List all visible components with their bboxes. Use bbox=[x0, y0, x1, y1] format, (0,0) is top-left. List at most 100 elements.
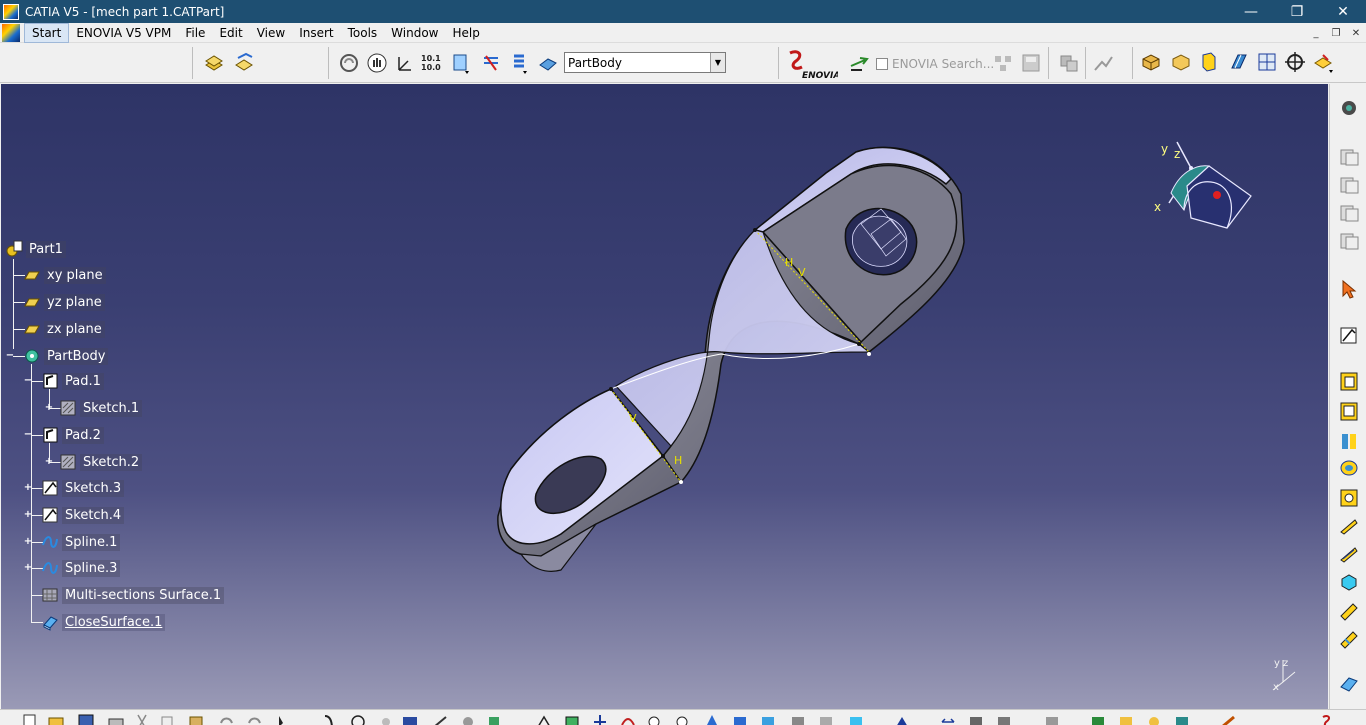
shaft-icon[interactable] bbox=[1338, 431, 1360, 453]
add-icon[interactable] bbox=[1118, 713, 1134, 725]
tree-node-sketch1[interactable]: Sketch.1 bbox=[59, 398, 143, 418]
light-icon[interactable] bbox=[378, 713, 394, 725]
enovia-save-icon[interactable] bbox=[1020, 52, 1042, 74]
translate-icon[interactable] bbox=[818, 713, 834, 725]
menu-file[interactable]: File bbox=[178, 23, 212, 43]
multi-section-solid-icon[interactable] bbox=[1338, 571, 1360, 593]
copy-icon[interactable] bbox=[160, 713, 176, 725]
compass-widget[interactable]: y z x bbox=[1149, 138, 1269, 248]
tree-node-pad2[interactable]: Pad.2 bbox=[41, 425, 104, 445]
3d-viewport[interactable]: H V V H − − + − + + + + + Part1 xy plane… bbox=[1, 84, 1328, 709]
split-icon[interactable] bbox=[1220, 713, 1236, 725]
menu-edit[interactable]: Edit bbox=[212, 23, 249, 43]
chamfer-icon[interactable] bbox=[620, 713, 636, 725]
shading-with-hidden-edges-icon[interactable] bbox=[1198, 51, 1220, 73]
hole-icon[interactable] bbox=[1338, 487, 1360, 509]
menu-enovia[interactable]: ENOVIA V5 VPM bbox=[69, 23, 178, 43]
replace-face-icon[interactable] bbox=[790, 713, 806, 725]
formula-icon[interactable] bbox=[486, 713, 502, 725]
tree-node-close-surface[interactable]: CloseSurface.1 bbox=[41, 612, 166, 632]
menu-help[interactable]: Help bbox=[446, 23, 487, 43]
enovia-search-toggle[interactable]: ENOVIA Search... bbox=[876, 57, 994, 71]
whats-this-icon[interactable] bbox=[276, 713, 292, 725]
settings-gear-icon[interactable] bbox=[1338, 97, 1360, 119]
select-cursor-icon[interactable] bbox=[1338, 278, 1360, 300]
tree-node-sketch2[interactable]: Sketch.2 bbox=[59, 452, 143, 472]
doc-minimize-button[interactable]: _ bbox=[1306, 23, 1326, 43]
tree-node-spline3[interactable]: Spline.3 bbox=[41, 558, 121, 578]
chevron-down-icon[interactable]: ▼ bbox=[710, 53, 725, 72]
pan-hand-icon[interactable] bbox=[366, 52, 388, 74]
expand-spline1[interactable]: + bbox=[23, 537, 33, 547]
wireframe-icon[interactable] bbox=[1228, 51, 1250, 73]
copy-icon[interactable] bbox=[1338, 202, 1360, 224]
enovia-tree-icon[interactable] bbox=[992, 52, 1014, 74]
stiffener-icon[interactable] bbox=[1338, 627, 1360, 649]
hide-show-icon[interactable] bbox=[480, 52, 502, 74]
slot-icon[interactable] bbox=[1338, 543, 1360, 565]
rib-icon[interactable] bbox=[1338, 515, 1360, 537]
maximize-button[interactable]: ❐ bbox=[1274, 0, 1320, 23]
shell-icon[interactable] bbox=[674, 713, 690, 725]
save-icon[interactable] bbox=[78, 713, 94, 725]
tree-node-pad1[interactable]: Pad.1 bbox=[41, 371, 104, 391]
expand-sketch2[interactable]: + bbox=[44, 457, 54, 467]
close-button[interactable]: ✕ bbox=[1320, 0, 1366, 23]
constraint-icon[interactable] bbox=[432, 713, 448, 725]
cut-icon[interactable] bbox=[134, 713, 150, 725]
thread-icon[interactable] bbox=[732, 713, 748, 725]
pattern-icon[interactable] bbox=[968, 713, 984, 725]
view-modes-icon[interactable] bbox=[450, 52, 472, 74]
target-icon[interactable] bbox=[1284, 51, 1306, 73]
fly-icon[interactable] bbox=[322, 713, 338, 725]
open-document-icon[interactable] bbox=[233, 51, 255, 73]
draft-icon[interactable] bbox=[646, 713, 662, 725]
removed-multi-section-icon[interactable] bbox=[1338, 599, 1360, 621]
tree-node-xy-plane[interactable]: xy plane bbox=[23, 265, 106, 285]
collapse-partbody[interactable]: − bbox=[5, 351, 15, 361]
undo-icon[interactable] bbox=[218, 713, 234, 725]
tree-node-sketch4[interactable]: Sketch.4 bbox=[41, 505, 125, 525]
paste-icon[interactable] bbox=[188, 713, 204, 725]
print-icon[interactable] bbox=[108, 713, 124, 725]
copy-icon[interactable] bbox=[1338, 146, 1360, 168]
layer-properties-icon[interactable] bbox=[508, 52, 530, 74]
pocket-icon[interactable] bbox=[1338, 401, 1360, 423]
mirror-icon[interactable] bbox=[940, 713, 956, 725]
fly-mode-icon[interactable] bbox=[338, 52, 360, 74]
assemble-icon[interactable] bbox=[1090, 713, 1106, 725]
minimize-button[interactable]: — bbox=[1228, 0, 1274, 23]
symmetry-icon[interactable] bbox=[894, 713, 910, 725]
menu-insert[interactable]: Insert bbox=[292, 23, 340, 43]
dress-up-icon[interactable] bbox=[536, 713, 552, 725]
pad-icon[interactable] bbox=[1338, 371, 1360, 393]
remove-face-icon[interactable] bbox=[760, 713, 776, 725]
thickness-icon[interactable] bbox=[704, 713, 720, 725]
collapse-pad1[interactable]: − bbox=[23, 376, 33, 386]
doc-close-button[interactable]: ✕ bbox=[1346, 23, 1366, 43]
remove-icon[interactable] bbox=[1146, 713, 1162, 725]
shading-with-edges-icon[interactable] bbox=[1140, 51, 1162, 73]
tree-node-part[interactable]: Part1 bbox=[5, 239, 66, 259]
boolean-icon[interactable] bbox=[1044, 713, 1060, 725]
tree-node-zx-plane[interactable]: zx plane bbox=[23, 319, 105, 339]
intersect-icon[interactable] bbox=[1174, 713, 1190, 725]
groove-icon[interactable] bbox=[1338, 457, 1360, 479]
enovia-connect-icon[interactable] bbox=[1058, 52, 1080, 74]
doc-restore-button[interactable]: ❐ bbox=[1326, 23, 1346, 43]
open-folder-icon[interactable] bbox=[48, 713, 64, 725]
menu-window[interactable]: Window bbox=[384, 23, 445, 43]
knowledge-icon[interactable] bbox=[460, 713, 476, 725]
move-icon[interactable] bbox=[592, 713, 608, 725]
fillet-icon[interactable] bbox=[564, 713, 580, 725]
new-icon[interactable] bbox=[22, 713, 38, 725]
tree-node-spline1[interactable]: Spline.1 bbox=[41, 532, 121, 552]
tree-node-partbody[interactable]: PartBody bbox=[23, 346, 109, 366]
expand-sketch3[interactable]: + bbox=[23, 483, 33, 493]
menu-tools[interactable]: Tools bbox=[341, 23, 385, 43]
analysis-icon[interactable] bbox=[1092, 52, 1114, 74]
redo-icon[interactable] bbox=[246, 713, 262, 725]
enovia-send-icon[interactable] bbox=[848, 52, 870, 74]
copy-icon[interactable] bbox=[1338, 230, 1360, 252]
expand-sketch1[interactable]: + bbox=[44, 403, 54, 413]
